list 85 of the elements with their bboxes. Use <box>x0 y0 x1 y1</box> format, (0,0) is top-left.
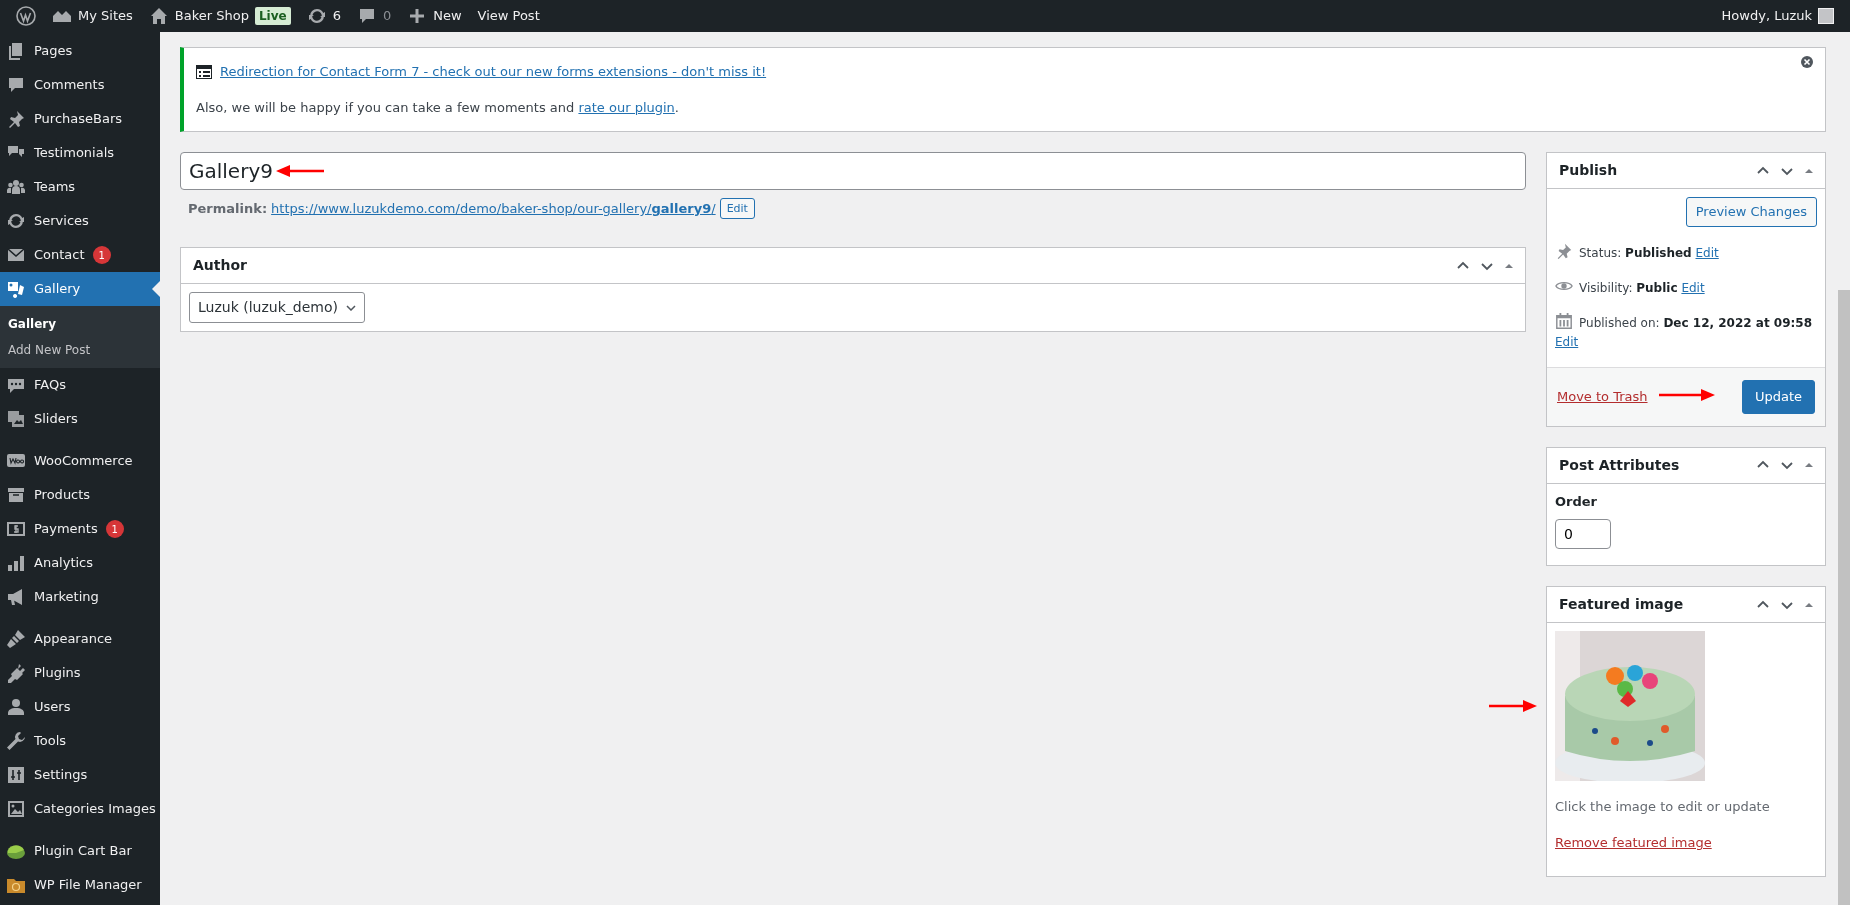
people-icon <box>6 177 26 197</box>
sidebar-item[interactable]: Plugin Cart Bar <box>0 834 160 868</box>
sidebar-item[interactable]: Plugins <box>0 656 160 690</box>
bar-chart-icon <box>6 553 26 573</box>
sidebar-item[interactable]: Products <box>0 478 160 512</box>
panel-title: Publish <box>1559 162 1619 179</box>
sidebar-item[interactable]: Comments <box>0 68 160 102</box>
slides-icon <box>6 409 26 429</box>
gallery-icon <box>6 279 26 299</box>
edit-link[interactable]: Edit <box>1681 280 1705 295</box>
annotation-arrow <box>1489 699 1537 714</box>
edit-link[interactable]: Edit <box>1695 245 1719 260</box>
notice-text: Also, we will be happy if you can take a few moments and rate our plugin. <box>196 98 680 117</box>
scrollbar[interactable] <box>1838 290 1850 905</box>
form-icon <box>196 64 212 79</box>
refresh-icon <box>6 211 26 231</box>
plug-icon <box>6 663 26 683</box>
notice-link[interactable]: Redirection for Contact Form 7 - check out our new forms extensions - don't miss it! <box>220 62 767 82</box>
dismiss-button[interactable] <box>1801 56 1813 68</box>
person-icon <box>6 697 26 717</box>
edit-link[interactable]: Edit <box>1555 335 1579 350</box>
sidebar-item[interactable]: Gallery <box>0 272 160 306</box>
toolbar-item[interactable]: New <box>399 0 470 32</box>
toolbar-item[interactable]: 0 <box>348 0 400 32</box>
sidebar-item[interactable]: PurchaseBars <box>0 102 160 136</box>
submenu-item[interactable]: Add New Post <box>0 337 160 363</box>
sidebar-item[interactable]: Settings <box>0 758 160 792</box>
panel-title: Featured image <box>1559 596 1685 614</box>
edit-button[interactable]: Edit <box>719 198 755 220</box>
title-field[interactable]: Gallery9 <box>180 152 1526 190</box>
archive-box-icon <box>6 485 26 505</box>
count-badge: 1 <box>92 246 111 264</box>
annotation-arrow <box>1659 388 1715 403</box>
settings-icon <box>6 765 26 785</box>
speech-bubble-icon <box>6 75 26 95</box>
panel-title: Author <box>193 257 248 275</box>
sidebar-item[interactable]: Appearance <box>0 622 160 656</box>
sidebar-item[interactable]: Marketing <box>0 580 160 614</box>
status-text: Published on: Dec 12, 2022 at 09:58 <box>1579 315 1813 330</box>
toolbar-item[interactable]: My Sites <box>44 0 141 32</box>
sidebar-item[interactable]: Analytics <box>0 546 160 580</box>
remove-image-link[interactable]: Remove featured image <box>1555 834 1712 850</box>
permalink-link[interactable]: https://www.luzukdemo.com/demo/baker-shop/our-gallery/gallery9/ <box>271 198 716 219</box>
sidebar-item[interactable]: Services <box>0 204 160 238</box>
sidebar-item[interactable]: WooCommerce <box>0 444 160 478</box>
rate-link[interactable]: rate our plugin <box>578 99 675 115</box>
paintbrush-icon <box>6 629 26 649</box>
trash-link[interactable]: Move to Trash <box>1557 387 1648 407</box>
sidebar-item[interactable]: Users <box>0 690 160 724</box>
sidebar-item[interactable]: Categories Images <box>0 792 160 826</box>
account-menu[interactable]: Howdy, Luzuk <box>1713 0 1842 32</box>
sidebar-item[interactable]: Payments 1 <box>0 512 160 546</box>
toolbar-item[interactable]: View Post <box>469 0 548 32</box>
wordpress-logo-icon[interactable] <box>16 6 36 26</box>
status-text: Visibility: Public <box>1579 280 1678 295</box>
sidebar-item[interactable]: FAQs <box>0 368 160 402</box>
wrench-icon <box>6 731 26 751</box>
update-button[interactable]: Update <box>1741 380 1815 414</box>
order-field[interactable]: 0 <box>1555 519 1611 550</box>
permalink-label: Permalink: <box>188 199 268 218</box>
toolbar-item[interactable]: 6 <box>298 0 349 32</box>
panel-title: Post Attributes <box>1559 456 1681 474</box>
preview-button[interactable]: Preview Changes <box>1685 197 1817 227</box>
status-text: Status: Published <box>1579 245 1692 260</box>
sidebar-item[interactable]: Pages <box>0 34 160 68</box>
sidebar-item[interactable]: Teams <box>0 170 160 204</box>
pushpin-icon <box>1555 241 1573 260</box>
sidebar-item[interactable]: WP File Manager <box>0 868 160 902</box>
sidebar-item[interactable]: Sliders <box>0 402 160 436</box>
sidebar-item[interactable]: Testimonials <box>0 136 160 170</box>
toolbar-item[interactable]: Baker Shop Live <box>140 0 299 32</box>
submenu-item[interactable]: Gallery <box>0 311 160 337</box>
author-select[interactable]: Luzuk (luzuk_demo) <box>189 292 365 324</box>
calendar-icon <box>1555 311 1573 330</box>
image-icon <box>6 799 26 819</box>
count-badge: 1 <box>105 520 124 538</box>
avatar-icon <box>1818 8 1834 24</box>
annotation-arrow <box>276 164 324 178</box>
sidebar-item[interactable]: Contact 1 <box>0 238 160 272</box>
banknote-icon <box>6 519 26 539</box>
refresh-icon <box>306 6 327 26</box>
field-label: Order <box>1555 492 1598 511</box>
hint-text: Click the image to edit or update <box>1555 798 1771 817</box>
sidebar-item[interactable]: Tools <box>0 724 160 758</box>
status-badge: Live <box>254 7 291 25</box>
